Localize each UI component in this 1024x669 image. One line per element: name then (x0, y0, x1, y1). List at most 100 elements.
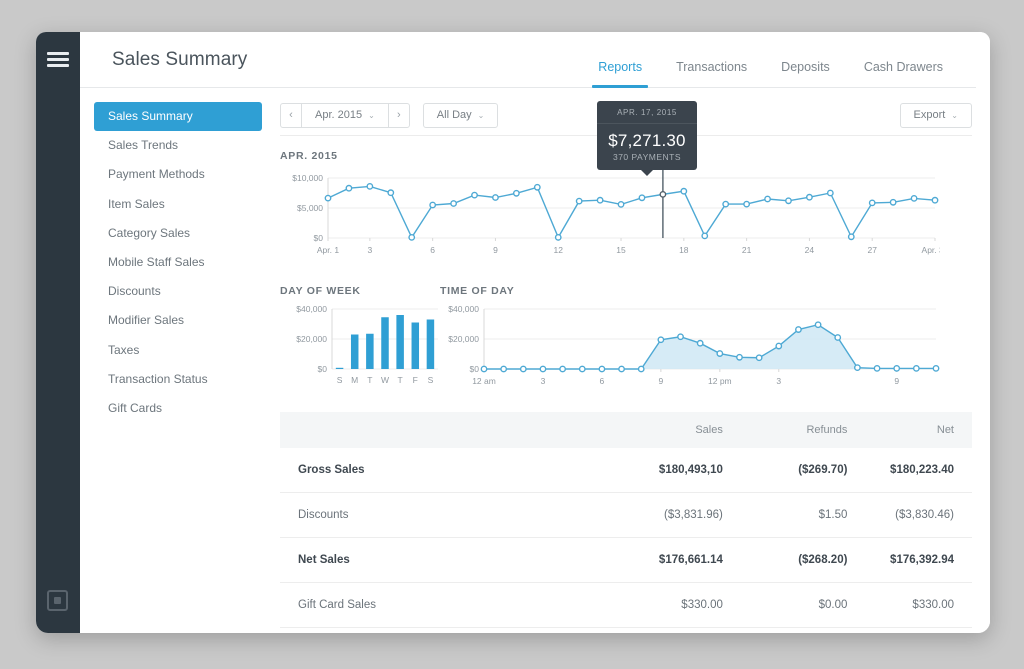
chevron-down-icon: ⌄ (951, 110, 958, 120)
time-range-label: All Day (436, 109, 472, 121)
charts-region: APR. 2015 $0 $5,000 $10,000 Apr. 1 3 6 9 12 15 18… (280, 101, 972, 633)
col-header-net: Net (847, 412, 972, 448)
sidebar-item-sales-summary[interactable]: Sales Summary (94, 102, 262, 132)
row-refunds: ($269.70) (722, 448, 848, 493)
sidebar-item-taxes[interactable]: Taxes (94, 336, 262, 365)
page-body: Sales Summary Sales Trends Payment Metho… (80, 88, 990, 633)
time-of-day-chart[interactable]: $0 $20,000 $40,000 12 am 3 6 9 12 pm 3 9 (440, 301, 940, 393)
chart-tooltip: APR. 17, 2015 $7,271.30 370 PAYMENTS (597, 101, 697, 176)
sidebar-item-discounts[interactable]: Discounts (94, 277, 262, 306)
table-row: Gross Sales $180,493,10 ($269.70) $180,223.… (280, 448, 972, 493)
day-of-week-chart[interactable]: $0$20,000$40,000S M T W T F S (280, 301, 440, 393)
sidebar-item-category-sales[interactable]: Category Sales (94, 219, 262, 248)
table-body: Gross Sales $180,493,10 ($269.70) $180,223.… (280, 448, 972, 633)
sidebar-item-sales-trends[interactable]: Sales Trends (94, 131, 262, 160)
summary-table: Sales Refunds Net Gross Sales $180,493,10… (280, 412, 972, 633)
svg-text:T: T (398, 375, 403, 385)
row-label: Gross Sales (280, 448, 599, 493)
row-refunds: $0.00 (722, 582, 848, 628)
date-range-label: Apr. 2015 (315, 109, 363, 121)
row-net: $330.00 (847, 582, 972, 628)
row-sales: $14,280.56 (598, 627, 723, 633)
row-refunds: ($268.20) (722, 537, 848, 583)
tab-reports[interactable]: Reports (581, 60, 659, 88)
export-button[interactable]: Export ⌄ (899, 102, 972, 128)
sidebar-item-transaction-status[interactable]: Transaction Status (94, 365, 262, 394)
svg-text:12 pm: 12 pm (708, 376, 732, 386)
dow-chart-title: DAY OF WEEK (280, 285, 361, 297)
hamburger-icon[interactable] (47, 52, 69, 67)
svg-text:3: 3 (367, 245, 372, 255)
col-header-refunds: Refunds (722, 412, 848, 448)
svg-text:$0: $0 (470, 364, 480, 374)
table-row: Net Sales $176,661.14 ($268.20) $176,392.94 (280, 537, 972, 583)
svg-text:S: S (337, 375, 343, 385)
svg-text:$40,000: $40,000 (448, 304, 479, 314)
row-net: $14,258.56 (847, 627, 972, 633)
svg-text:6: 6 (600, 376, 605, 386)
svg-text:W: W (381, 375, 389, 385)
tooltip-payments: 370 PAYMENTS (612, 152, 682, 162)
svg-text:21: 21 (742, 245, 752, 255)
table-header-row: Sales Refunds Net (280, 412, 972, 448)
row-label: Gift Card Sales (280, 582, 599, 628)
svg-text:9: 9 (493, 245, 498, 255)
page-header: Sales Summary Reports Transactions Depos… (80, 32, 976, 88)
svg-text:6: 6 (430, 245, 435, 255)
svg-text:9: 9 (659, 376, 664, 386)
row-label: Discounts (280, 492, 599, 538)
col-header-sales: Sales (598, 412, 723, 448)
svg-text:$20,000: $20,000 (448, 334, 479, 344)
svg-text:T: T (367, 375, 372, 385)
row-label: Net Sales (280, 537, 599, 583)
svg-text:S: S (428, 375, 434, 385)
svg-text:12: 12 (554, 245, 564, 255)
date-stepper: ‹ Apr. 2015 ⌄ › (280, 102, 410, 128)
svg-text:$20,000: $20,000 (296, 334, 327, 344)
row-sales: $176,661.14 (598, 537, 723, 583)
monthly-sales-chart[interactable]: $0 $5,000 $10,000 Apr. 1 3 6 9 12 15 18 21 24 27 Apr.… (280, 164, 949, 266)
row-sales: $180,493,10 (598, 448, 723, 493)
row-net: $180,223.40 (847, 448, 972, 493)
sidebar-item-gift-cards[interactable]: Gift Cards (94, 394, 262, 423)
svg-text:24: 24 (805, 245, 815, 255)
svg-text:3: 3 (776, 376, 781, 386)
day-of-week-block: DAY OF WEEK $0 $20,000 $40,000 S M T W T F S (280, 285, 440, 398)
svg-text:9: 9 (894, 376, 899, 386)
time-of-day-block: TIME OF DAY $0 $20,000 $40,000 12 am 3 6 9 12 p… (440, 285, 972, 398)
report-content: ‹ Apr. 2015 ⌄ › All Day ⌄ Export ⌄ APR. … (280, 88, 990, 633)
time-range-select[interactable]: All Day ⌄ (422, 102, 499, 128)
chevron-down-icon: ⌄ (477, 110, 485, 120)
svg-text:F: F (413, 375, 418, 385)
svg-text:Apr. 30: Apr. 30 (922, 245, 940, 255)
square-logo-icon[interactable] (47, 590, 68, 611)
svg-text:Apr. 1: Apr. 1 (317, 245, 339, 255)
col-header-label (280, 412, 599, 448)
table-row: Gift Card Sales $330.00 $0.00 $330.00 (280, 582, 972, 628)
app-rail (36, 32, 80, 633)
svg-text:27: 27 (867, 245, 877, 255)
tooltip-arrow (641, 170, 653, 176)
svg-text:$0: $0 (314, 233, 324, 243)
tab-cash-drawers[interactable]: Cash Drawers (847, 60, 960, 87)
page-title: Sales Summary (112, 49, 248, 70)
date-range-select[interactable]: Apr. 2015 ⌄ (302, 102, 388, 128)
table-row: Discounts ($3,831.96) $1.50 ($3,830.46) (280, 492, 972, 538)
svg-text:$10,000: $10,000 (292, 173, 323, 183)
sidebar-item-modifier-sales[interactable]: Modifier Sales (94, 306, 262, 335)
svg-text:12 am: 12 am (472, 376, 496, 386)
svg-text:3: 3 (541, 376, 546, 386)
sidebar-item-payment-methods[interactable]: Payment Methods (94, 160, 262, 189)
svg-text:M: M (351, 375, 358, 385)
next-period-button[interactable]: › (387, 102, 410, 128)
app-window: Sales Summary Reports Transactions Depos… (36, 32, 990, 633)
svg-text:$40,000: $40,000 (296, 304, 327, 314)
sidebar-item-mobile-staff-sales[interactable]: Mobile Staff Sales (94, 248, 262, 277)
sidebar-item-item-sales[interactable]: Item Sales (94, 190, 262, 219)
top-tabs: Reports Transactions Deposits Cash Drawe… (581, 32, 960, 88)
tab-deposits[interactable]: Deposits (764, 60, 847, 87)
tab-transactions[interactable]: Transactions (659, 60, 764, 87)
prev-period-button[interactable]: ‹ (280, 102, 302, 128)
row-sales: $330.00 (598, 582, 723, 628)
chevron-down-icon: ⌄ (368, 110, 375, 120)
